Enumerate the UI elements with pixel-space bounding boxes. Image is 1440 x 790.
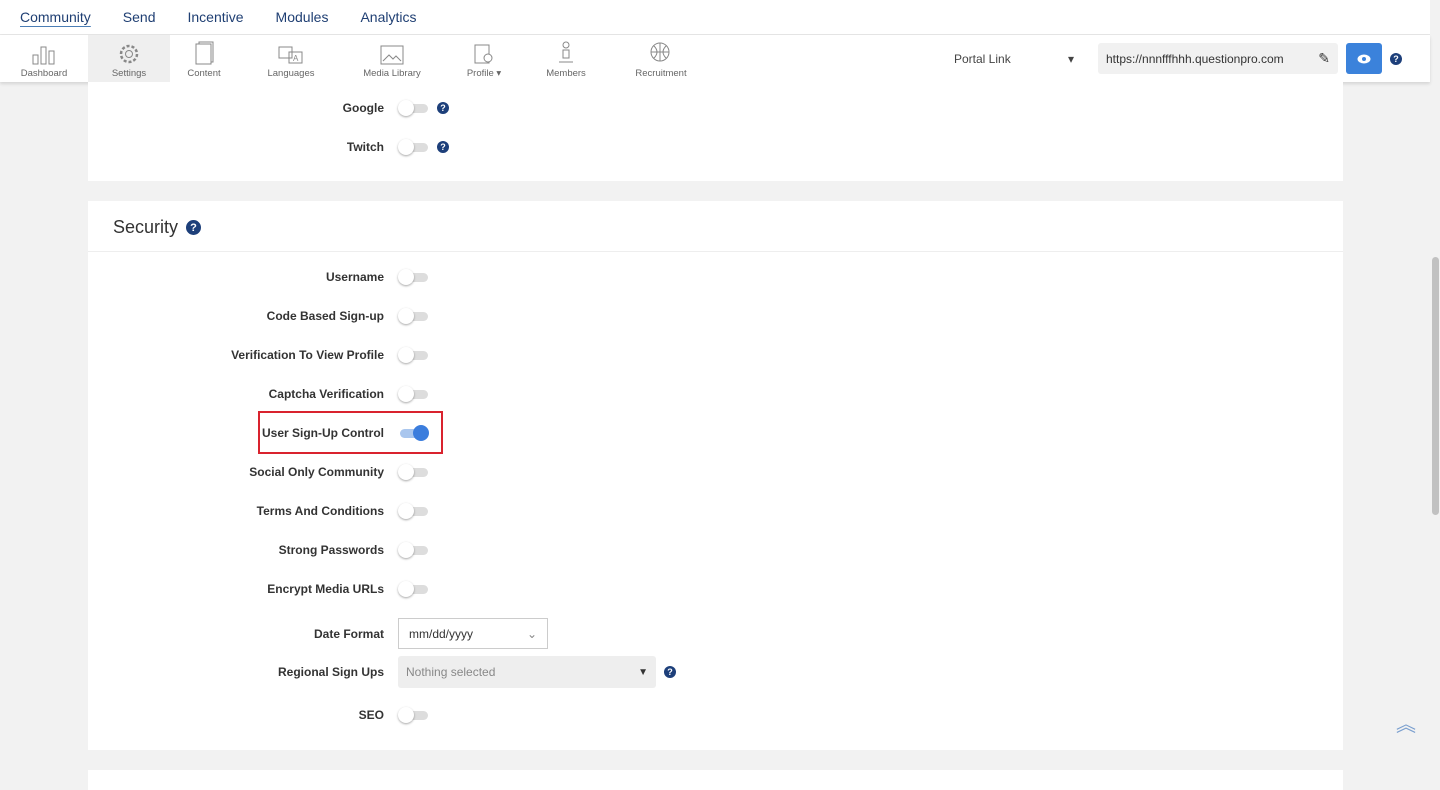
setting-row-twitch: Twitch?: [88, 137, 788, 157]
help-icon[interactable]: ?: [186, 220, 202, 235]
help-icon[interactable]: ?: [664, 666, 676, 678]
profile-icon: [474, 44, 493, 64]
help-icon[interactable]: ?: [437, 102, 449, 114]
google-toggle[interactable]: [398, 100, 429, 116]
username-toggle[interactable]: [398, 269, 429, 285]
label: Portal Link: [954, 51, 1011, 66]
document-icon: [195, 41, 214, 65]
subnav-media-library[interactable]: Media Library: [344, 35, 440, 82]
label: Dashboard: [20, 68, 68, 79]
portal-link-dropdown[interactable]: Portal Link ▾: [954, 52, 1074, 66]
twitch-toggle[interactable]: [398, 139, 429, 155]
scrollbar-thumb[interactable]: [1432, 257, 1439, 515]
terms-and-conditions-toggle[interactable]: [398, 503, 429, 519]
setting-row-date-format: Date Format mm/dd/yyyy ⌄: [88, 618, 788, 649]
gear-icon: [119, 44, 139, 64]
security-card: Security? Username Code Based Sign-up Veri…: [88, 201, 1343, 750]
subnav-settings[interactable]: Settings: [88, 35, 170, 82]
setting-row-verification-to-view-profile: Verification To View Profile: [88, 345, 788, 365]
image-icon: [380, 45, 404, 65]
label: Verification To View Profile: [231, 348, 384, 362]
label: Strong Passwords: [278, 543, 384, 557]
label: Code Based Sign-up: [266, 309, 384, 323]
globe-search-icon: [650, 42, 670, 62]
subnav-recruitment[interactable]: Recruitment: [604, 35, 718, 82]
subnav-languages[interactable]: A Languages: [238, 35, 344, 82]
sub-nav: Dashboard Settings Content A Languages Me…: [0, 35, 1430, 82]
setting-row-strong-passwords: Strong Passwords: [88, 540, 788, 560]
person-icon: [559, 41, 573, 63]
label: Captcha Verification: [268, 387, 384, 401]
social-login-card: Google? Twitch?: [88, 82, 1343, 181]
label: Media Library: [363, 68, 421, 79]
regional-sign-ups-select[interactable]: Nothing selected ▼: [398, 656, 656, 688]
setting-row-encrypt-media-urls: Encrypt Media URLs: [88, 579, 788, 599]
subnav-profile[interactable]: Profile ▾: [440, 35, 528, 82]
help-icon[interactable]: ?: [437, 141, 449, 153]
label: Terms And Conditions: [256, 504, 384, 518]
verification-to-view-profile-toggle[interactable]: [398, 347, 429, 363]
highlight-box: [258, 411, 443, 454]
top-nav: Community Send Incentive Modules Analyti…: [0, 0, 1430, 35]
setting-row-username: Username: [88, 267, 788, 287]
section-title: Security: [113, 217, 179, 237]
setting-row-captcha-verification: Captcha Verification: [88, 384, 788, 404]
value: mm/dd/yyyy: [409, 626, 474, 641]
nav-send[interactable]: Send: [123, 9, 156, 25]
label: Languages: [267, 68, 315, 79]
help-icon[interactable]: ?: [1390, 52, 1402, 65]
bar-chart-icon: [32, 46, 55, 65]
translate-icon: A: [278, 46, 303, 64]
label: Content: [187, 68, 221, 79]
label: Date Format: [313, 626, 384, 641]
nav-analytics[interactable]: Analytics: [360, 9, 416, 25]
preview-button[interactable]: [1346, 43, 1382, 74]
svg-text:A: A: [293, 54, 299, 63]
label: Members: [546, 68, 586, 79]
setting-row-google: Google?: [88, 98, 788, 118]
setting-row-seo: SEO: [88, 705, 788, 725]
url-text: https://nnnfffhhh.questionpro.com: [1106, 51, 1284, 66]
portal-url-field[interactable]: https://nnnfffhhh.questionpro.com ✎: [1098, 43, 1338, 74]
eye-icon: [1357, 54, 1371, 63]
captcha-verification-toggle[interactable]: [398, 386, 429, 402]
seo-toggle[interactable]: [398, 707, 429, 723]
setting-row-terms-and-conditions: Terms And Conditions: [88, 501, 788, 521]
strong-passwords-toggle[interactable]: [398, 542, 429, 558]
nav-community[interactable]: Community: [20, 9, 91, 25]
label: Encrypt Media URLs: [267, 582, 384, 596]
scroll-to-top-icon[interactable]: ︽: [1396, 708, 1416, 737]
label: Twitch: [346, 140, 384, 154]
placeholder: Nothing selected: [406, 665, 496, 679]
chevron-down-icon: ⌄: [526, 626, 537, 641]
label: Regional Sign Ups: [277, 665, 384, 679]
encrypt-media-urls-toggle[interactable]: [398, 581, 429, 597]
subnav-members[interactable]: Members: [528, 35, 604, 82]
nav-modules[interactable]: Modules: [276, 9, 329, 25]
divider: [88, 251, 1343, 252]
caret-down-icon: ▾: [1067, 51, 1074, 66]
label: Settings: [111, 68, 147, 79]
label: Recruitment: [635, 68, 687, 79]
pencil-icon[interactable]: ✎: [1318, 50, 1330, 67]
label: Username: [325, 270, 384, 284]
date-format-select[interactable]: mm/dd/yyyy ⌄: [398, 618, 548, 649]
label: Social Only Community: [249, 465, 384, 479]
label: SEO: [358, 708, 384, 722]
social-only-community-toggle[interactable]: [398, 464, 429, 480]
nav-incentive[interactable]: Incentive: [188, 9, 244, 25]
setting-row-code-based-sign-up: Code Based Sign-up: [88, 306, 788, 326]
label: Profile ▾: [466, 68, 502, 79]
subnav-content[interactable]: Content: [170, 35, 238, 82]
label: Google: [342, 101, 384, 115]
setting-row-social-only-community: Social Only Community: [88, 462, 788, 482]
subnav-dashboard[interactable]: Dashboard: [0, 35, 88, 82]
code-based-sign-up-toggle[interactable]: [398, 308, 429, 324]
setting-row-regional-sign-ups: Regional Sign Ups Nothing selected ▼?: [88, 656, 788, 688]
next-card: [88, 770, 1343, 790]
caret-down-icon: ▼: [638, 666, 648, 678]
